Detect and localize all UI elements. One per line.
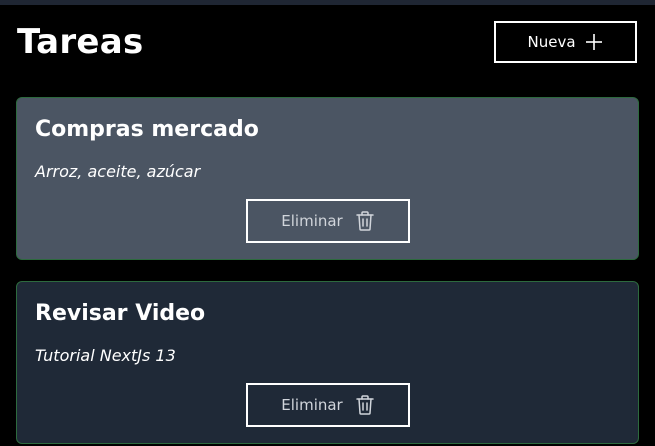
delete-button-label: Eliminar — [281, 396, 343, 414]
delete-button-label: Eliminar — [281, 212, 343, 230]
top-bar — [0, 0, 655, 5]
task-title: Revisar Video — [35, 301, 206, 326]
page-title: Tareas — [17, 22, 144, 62]
task-title: Compras mercado — [35, 117, 259, 142]
trash-icon — [355, 211, 374, 231]
new-task-button-label: Nueva — [527, 33, 576, 51]
task-card[interactable]: Revisar Video Tutorial NextJs 13 Elimina… — [16, 281, 639, 444]
delete-task-button[interactable]: Eliminar — [246, 199, 410, 243]
task-description: Arroz, aceite, azúcar — [35, 162, 201, 181]
task-card[interactable]: Compras mercado Arroz, aceite, azúcar El… — [16, 97, 639, 260]
delete-task-button[interactable]: Eliminar — [246, 383, 410, 427]
plus-icon — [585, 34, 602, 50]
trash-icon — [355, 395, 374, 415]
task-description: Tutorial NextJs 13 — [35, 346, 176, 365]
new-task-button[interactable]: Nueva — [494, 21, 637, 63]
